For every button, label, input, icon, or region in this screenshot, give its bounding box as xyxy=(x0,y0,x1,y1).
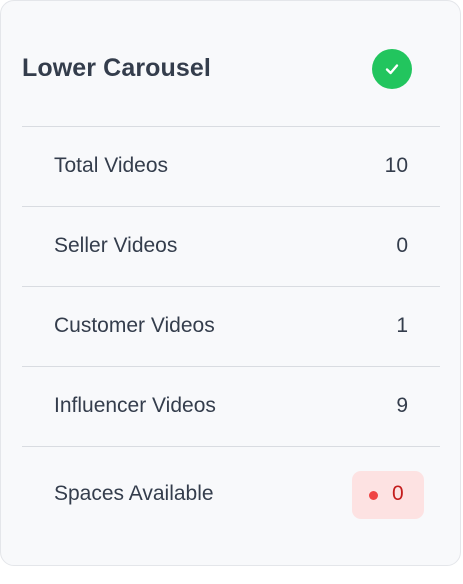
badge-value: 0 xyxy=(392,482,404,505)
stat-row-spaces-available: Spaces Available 0 xyxy=(22,446,440,526)
stat-label: Customer Videos xyxy=(54,314,215,337)
stat-label: Seller Videos xyxy=(54,234,178,257)
stat-label: Total Videos xyxy=(54,154,169,177)
stat-row-customer-videos: Customer Videos 1 xyxy=(22,286,440,366)
spaces-available-badge: 0 xyxy=(352,471,424,519)
stat-row-total-videos: Total Videos 10 xyxy=(22,126,440,206)
stats-list: Total Videos 10 Seller Videos 0 Customer… xyxy=(22,126,440,526)
stat-row-influencer-videos: Influencer Videos 9 xyxy=(22,366,440,446)
stat-value: 10 xyxy=(384,154,408,177)
stat-value: 1 xyxy=(396,314,408,337)
card-title: Lower Carousel xyxy=(22,54,211,82)
stat-value: 9 xyxy=(396,394,408,417)
stat-value: 0 xyxy=(396,234,408,257)
lower-carousel-card: Lower Carousel Total Videos 10 Seller Vi… xyxy=(0,0,461,566)
check-circle-icon xyxy=(372,49,412,89)
alert-dot-icon xyxy=(369,491,378,500)
stat-row-seller-videos: Seller Videos 0 xyxy=(22,206,440,286)
stat-label: Influencer Videos xyxy=(54,394,216,417)
card-header: Lower Carousel xyxy=(22,49,440,89)
stat-label: Spaces Available xyxy=(54,482,214,505)
